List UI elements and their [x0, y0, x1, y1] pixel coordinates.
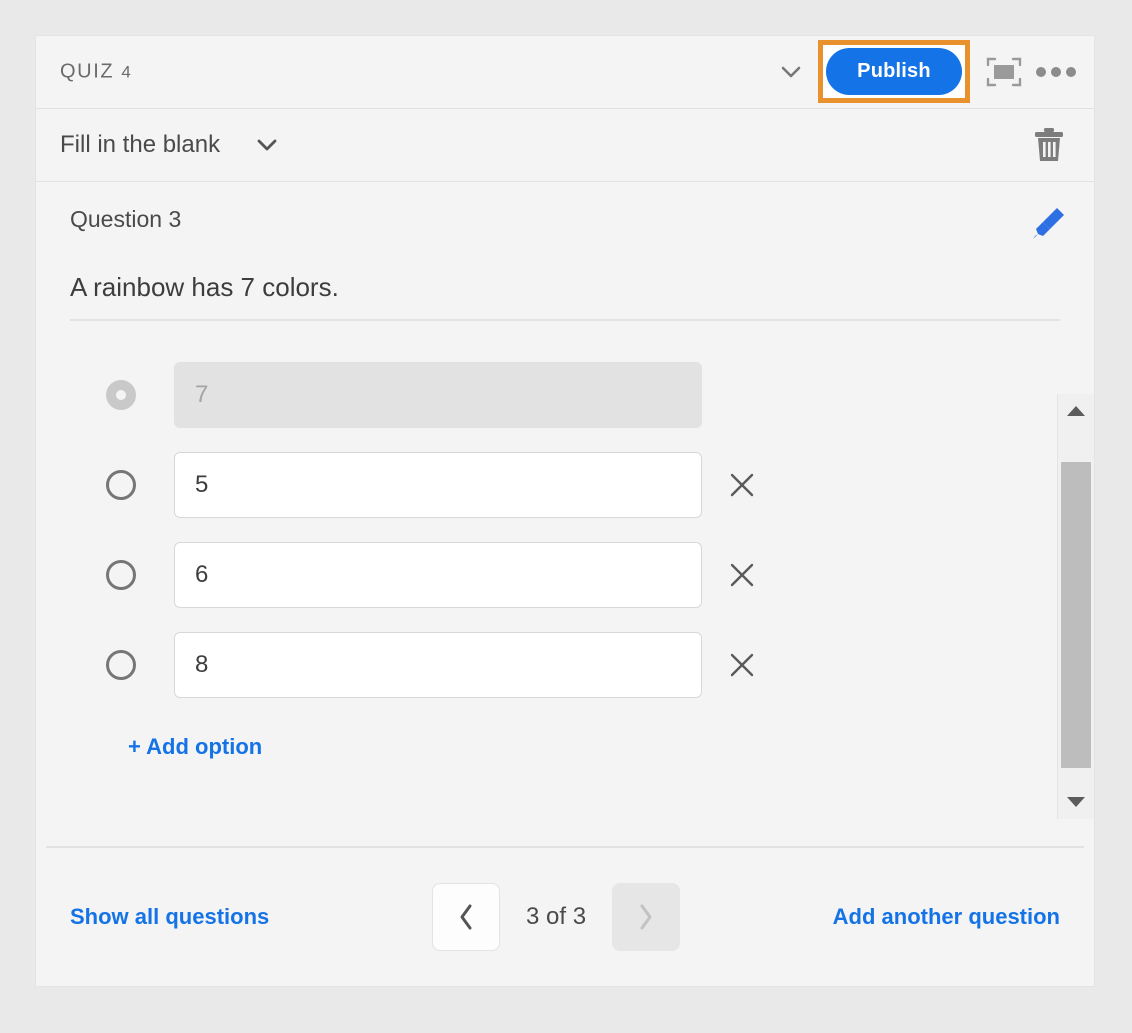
chevron-left-icon: [456, 902, 476, 932]
chevron-right-icon: [636, 902, 656, 932]
quiz-editor-card: QUIZ 4 Publish Fill in the blank: [36, 36, 1094, 986]
quiz-label: QUIZ: [60, 61, 114, 83]
question-type-label: Fill in the blank: [60, 131, 220, 159]
add-option-link[interactable]: + Add option: [128, 734, 262, 760]
page-title: QUIZ 4: [60, 61, 131, 84]
option-row: [36, 440, 1046, 530]
next-question-button[interactable]: [612, 883, 680, 951]
options-list: [36, 350, 1046, 710]
trash-icon[interactable]: [1032, 126, 1066, 164]
quiz-header: QUIZ 4 Publish: [36, 36, 1094, 109]
page-indicator: 3 of 3: [526, 903, 586, 931]
question-body: Question 3 A rainbow has 7 colors.: [36, 182, 1094, 849]
option-radio[interactable]: [106, 560, 136, 590]
chevron-down-icon[interactable]: [778, 59, 804, 85]
option-input[interactable]: [174, 452, 702, 518]
question-number: Question 3: [70, 206, 181, 233]
remove-option-icon[interactable]: [728, 471, 756, 499]
option-input[interactable]: [174, 632, 702, 698]
option-row: [36, 350, 1046, 440]
question-text: A rainbow has 7 colors.: [70, 272, 339, 303]
question-underline: [70, 319, 1060, 321]
pagination: 3 of 3: [432, 883, 680, 951]
more-options-icon[interactable]: [1036, 66, 1076, 78]
remove-option-icon[interactable]: [728, 651, 756, 679]
show-all-questions-link[interactable]: Show all questions: [70, 904, 269, 930]
remove-option-icon[interactable]: [728, 561, 756, 589]
publish-button[interactable]: Publish: [826, 48, 962, 95]
scrollbar-thumb[interactable]: [1061, 462, 1091, 768]
option-input[interactable]: [174, 362, 702, 428]
option-radio[interactable]: [106, 650, 136, 680]
previous-question-button[interactable]: [432, 883, 500, 951]
footer-nav: Show all questions 3 of 3 Add another qu…: [36, 848, 1094, 986]
pen-icon[interactable]: [1026, 200, 1072, 246]
chevron-down-icon[interactable]: [254, 132, 280, 158]
option-row: [36, 620, 1046, 710]
add-another-question-link[interactable]: Add another question: [833, 904, 1060, 930]
option-input[interactable]: [174, 542, 702, 608]
option-row: [36, 530, 1046, 620]
scroll-down-icon[interactable]: [1058, 785, 1094, 819]
scroll-up-icon[interactable]: [1058, 394, 1094, 428]
expand-fullscreen-icon[interactable]: [986, 56, 1022, 88]
quiz-number: 4: [121, 63, 130, 82]
question-type-row: Fill in the blank: [36, 109, 1094, 182]
option-radio[interactable]: [106, 380, 136, 410]
option-radio[interactable]: [106, 470, 136, 500]
options-scrollbar[interactable]: [1057, 394, 1094, 819]
